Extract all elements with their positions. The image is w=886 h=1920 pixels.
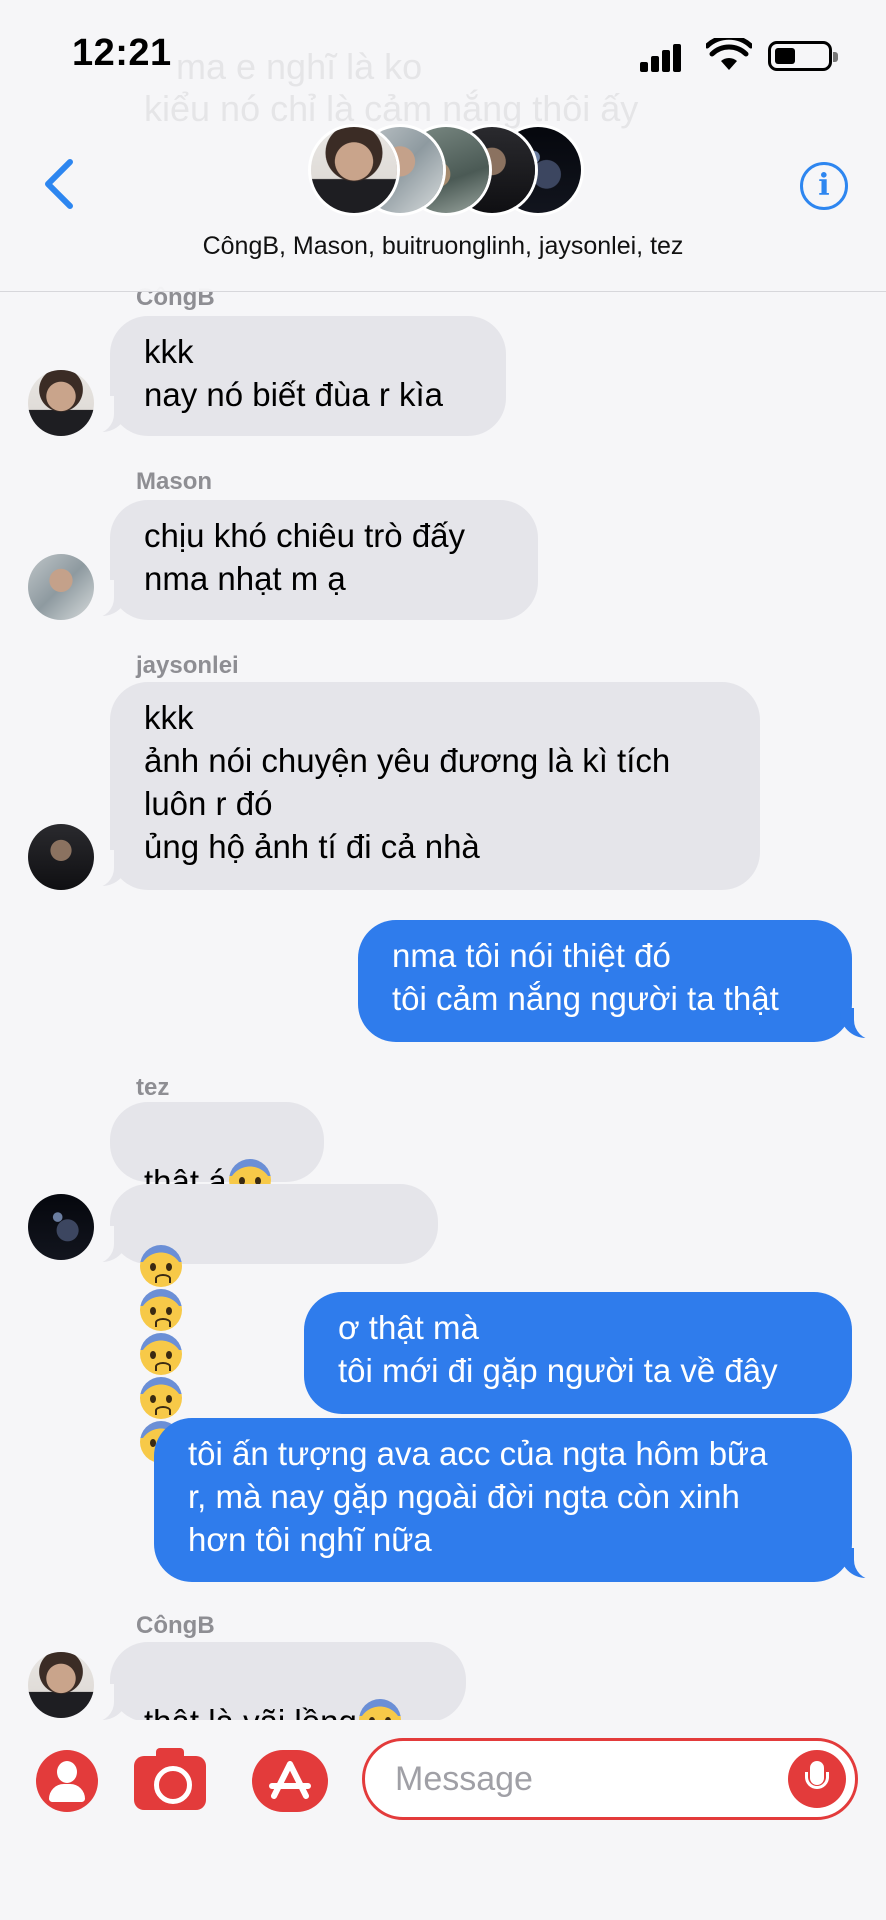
message-bubble-incoming[interactable]: kkk ảnh nói chuyện yêu đương là kì tích …	[110, 682, 760, 890]
fearful-face-emoji	[140, 1245, 182, 1287]
bubble-tail	[84, 1684, 128, 1722]
bubble-tail	[840, 1542, 884, 1580]
signal-icon	[640, 42, 690, 72]
bubble-tail	[84, 1226, 128, 1264]
avatar[interactable]	[28, 824, 94, 890]
appstore-icon[interactable]	[252, 1750, 328, 1812]
avatar[interactable]	[28, 554, 94, 620]
avatar	[308, 124, 400, 216]
avatar[interactable]	[28, 1194, 94, 1260]
sender-name: Mason	[136, 468, 213, 495]
info-icon[interactable]: i	[800, 162, 848, 210]
fearful-face-emoji	[140, 1289, 182, 1331]
status-time: 12:21	[72, 32, 172, 74]
bubble-tail	[840, 1002, 884, 1040]
message-bubble-incoming[interactable]: thật á	[110, 1102, 324, 1201]
message-bubble-incoming[interactable]: chịu khó chiêu trò đấy nma nhạt m ạ	[110, 500, 538, 620]
battery-icon	[768, 41, 838, 71]
fearful-face-emoji	[140, 1333, 182, 1375]
sender-name: CôngB	[136, 1612, 215, 1639]
wifi-icon	[706, 38, 752, 70]
message-input[interactable]: Message	[362, 1738, 858, 1820]
message-bubble-outgoing[interactable]: ơ thật mà tôi mới đi gặp người ta về đây	[304, 1292, 852, 1414]
message-bubble-incoming[interactable]: thật là vãi lồng	[110, 1642, 466, 1741]
group-member-names[interactable]: CôngB, Mason, buitruonglinh, jaysonlei, …	[0, 232, 886, 261]
message-bubble-outgoing[interactable]: tôi ấn tượng ava acc của ngta hôm bữa r,…	[154, 1418, 852, 1582]
faded-previous-message: ma e nghĩ là ko	[176, 46, 423, 87]
sender-name: jaysonlei	[136, 652, 239, 679]
sender-name: tez	[136, 1074, 170, 1101]
mic-icon[interactable]	[788, 1750, 846, 1808]
back-chevron-icon[interactable]	[40, 156, 80, 212]
message-bubble-incoming[interactable]: kkk nay nó biết đùa r kìa	[110, 316, 506, 436]
avatar[interactable]	[28, 1652, 94, 1718]
message-bubble-incoming-emoji[interactable]	[110, 1184, 438, 1463]
conversation-header: ma e nghĩ là ko kiểu nó chỉ là cảm nắng …	[0, 0, 886, 292]
message-bubble-outgoing[interactable]: nma tôi nói thiệt đó tôi cảm nắng người …	[358, 920, 852, 1042]
group-avatar-stack[interactable]	[308, 124, 584, 216]
contact-icon[interactable]	[36, 1750, 98, 1812]
avatar[interactable]	[28, 370, 94, 436]
fearful-face-emoji	[140, 1377, 182, 1419]
compose-bar: Message	[0, 1720, 886, 1920]
camera-icon[interactable]	[134, 1748, 206, 1810]
